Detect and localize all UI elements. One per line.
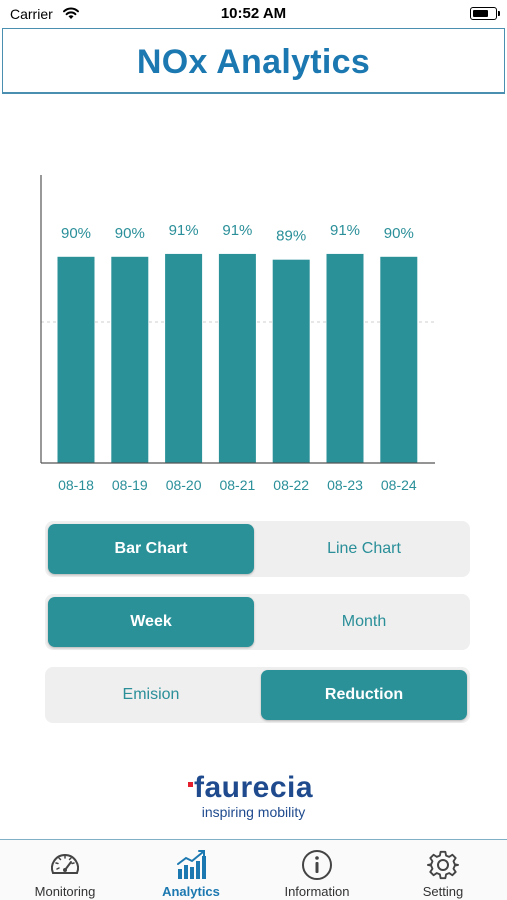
info-icon [302, 850, 332, 880]
chart-bar [165, 253, 203, 463]
faurecia-logo: faurecia inspiring mobility [0, 772, 507, 820]
chart-bar [326, 253, 364, 463]
x-tick-label: 08-18 [58, 477, 94, 493]
page-title: NOx Analytics [136, 43, 371, 81]
bar-value-label: 91% [169, 222, 199, 239]
bar-chart-button[interactable]: Bar Chart [48, 524, 254, 574]
x-tick-label: 08-21 [219, 477, 255, 493]
chart-bar [111, 256, 149, 463]
week-button[interactable]: Week [48, 597, 254, 647]
bar-chart: 90% 08-18 90% 08-19 91% 08-20 91% 08-21 89% 08-22… [40, 175, 435, 493]
emision-button[interactable]: Emision [48, 670, 254, 720]
line-chart-button[interactable]: Line Chart [261, 524, 467, 574]
chart-bar [218, 253, 256, 463]
bar-value-label: 91% [330, 222, 360, 239]
chart-bar [380, 256, 418, 463]
month-button[interactable]: Month [261, 597, 467, 647]
reduction-button[interactable]: Reduction [261, 670, 467, 720]
tab-monitoring[interactable]: Monitoring [2, 840, 128, 900]
tab-monitoring-label: Monitoring [34, 884, 96, 899]
gear-icon [427, 850, 459, 880]
chart-bar [272, 259, 310, 463]
battery-icon [470, 7, 500, 20]
chart-type-segment: Bar Chart Line Chart [45, 521, 470, 577]
chart-bar [57, 256, 95, 463]
clock: 10:52 AM [220, 5, 287, 22]
x-tick-label: 08-20 [166, 477, 202, 493]
speedometer-icon [51, 854, 79, 874]
bar-value-label: 90% [115, 225, 145, 242]
tab-setting[interactable]: Setting [380, 840, 506, 900]
logo-tagline: inspiring mobility [201, 804, 306, 820]
period-segment: Week Month [45, 594, 470, 650]
metric-segment: Emision Reduction [45, 667, 470, 723]
tab-analytics[interactable]: Analytics [128, 840, 254, 900]
bar-value-label: 90% [384, 225, 414, 242]
header-bar: NOx Analytics [2, 28, 505, 94]
bar-value-label: 89% [276, 228, 306, 245]
tab-information-label: Information [284, 884, 350, 899]
x-tick-label: 08-22 [273, 477, 309, 493]
tab-information[interactable]: Information [254, 840, 380, 900]
bar-value-label: 91% [222, 222, 252, 239]
logo-name: faurecia [193, 771, 314, 804]
x-tick-label: 08-23 [327, 477, 363, 493]
tab-analytics-label: Analytics [162, 884, 220, 899]
logo-dot [187, 782, 193, 787]
x-tick-label: 08-19 [112, 477, 148, 493]
bar-chart-icon [177, 850, 206, 879]
x-tick-label: 08-24 [381, 477, 417, 493]
logo-wordmark: faurecia [187, 771, 314, 804]
tab-setting-label: Setting [422, 884, 464, 899]
bar-value-label: 90% [61, 225, 91, 242]
tab-bar: Monitoring Analytics Information Setting [0, 839, 507, 900]
status-bar: Carrier 10:52 AM [0, 0, 507, 28]
